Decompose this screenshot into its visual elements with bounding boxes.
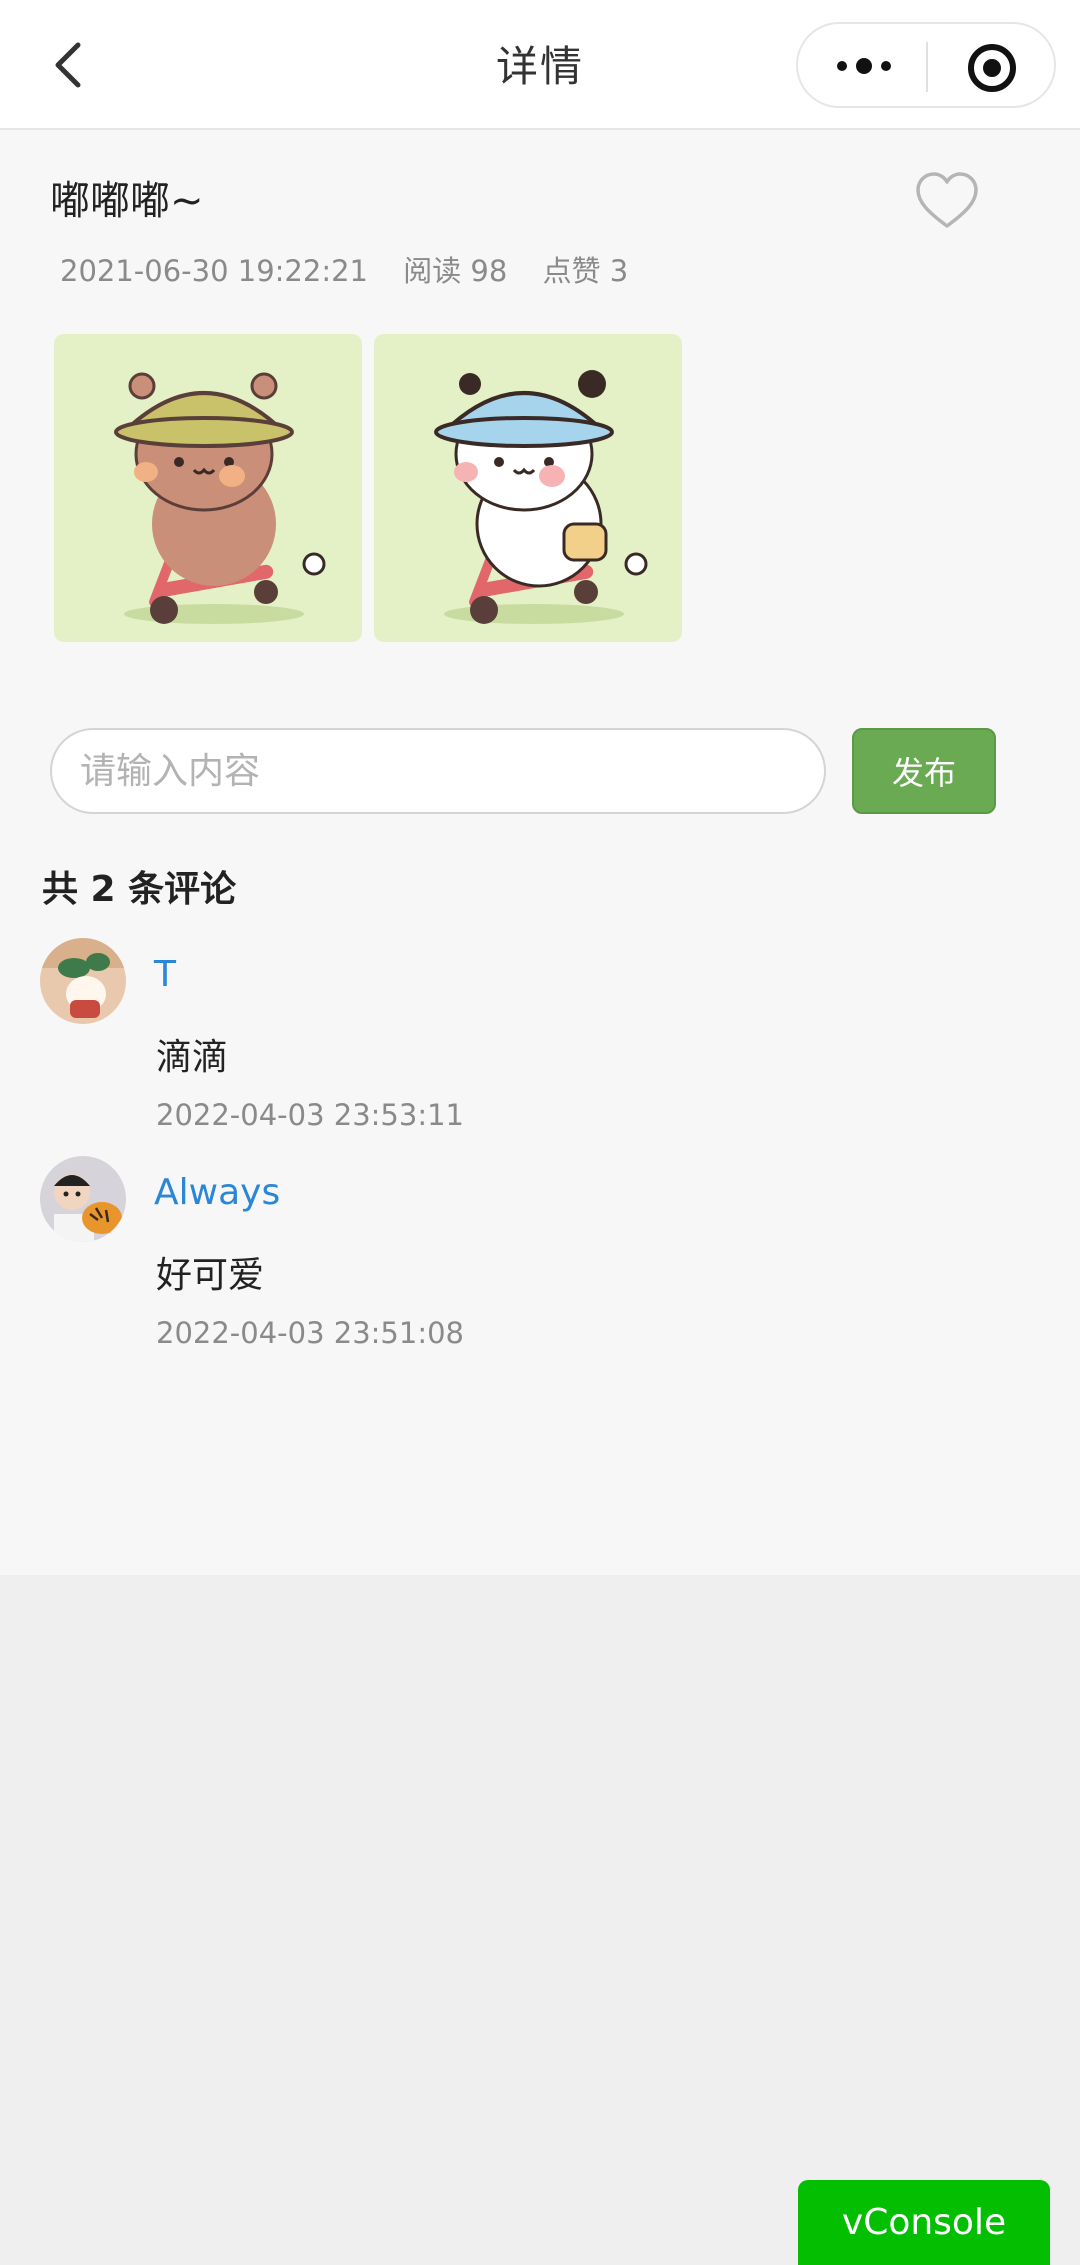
like-button[interactable] (914, 170, 980, 232)
comment-author[interactable]: Always (154, 1172, 280, 1213)
comment-time: 2022-04-03 23:53:11 (156, 1098, 464, 1132)
comment-text: 好可爱 (156, 1255, 265, 1296)
navigation-bar: 详情 (0, 0, 1080, 130)
post-datetime: 2021-06-30 19:22:21 (60, 254, 368, 288)
heart-outline-icon (916, 172, 978, 228)
target-circle-icon (968, 44, 1016, 92)
publish-button[interactable]: 发布 (852, 728, 996, 814)
close-mini-program-button[interactable] (966, 42, 1018, 94)
post-read-count: 阅读 98 (403, 254, 508, 288)
capsule-divider (926, 42, 928, 92)
more-button[interactable] (834, 46, 894, 86)
vconsole-button[interactable]: vConsole (798, 2180, 1050, 2265)
comment-author[interactable]: T (154, 954, 176, 995)
comment-count: 共 2 条评论 (42, 869, 237, 910)
comment-item: Always 好可爱 2022-04-03 23:51:08 (40, 1156, 1040, 1356)
comment-text: 滴滴 (156, 1037, 229, 1078)
mini-program-capsule (796, 22, 1056, 108)
brown-bear-scooter-image[interactable] (54, 334, 362, 642)
post-meta: 2021-06-30 19:22:21 阅读 98 点赞 3 (60, 248, 654, 290)
comment-time: 2022-04-03 23:51:08 (156, 1316, 464, 1350)
post-like-count: 点赞 3 (542, 254, 629, 288)
post-detail: 嘟嘟嘟~ 2021-06-30 19:22:21 阅读 98 点赞 3 请输入内… (0, 130, 1080, 1575)
post-title: 嘟嘟嘟~ (50, 178, 204, 224)
avatar[interactable] (40, 938, 126, 1024)
avatar[interactable] (40, 1156, 126, 1242)
comment-item: T 滴滴 2022-04-03 23:53:11 (40, 938, 1040, 1138)
comment-input[interactable] (50, 728, 826, 814)
white-bear-scooter-image[interactable] (374, 334, 682, 642)
more-dots-icon (837, 58, 891, 74)
